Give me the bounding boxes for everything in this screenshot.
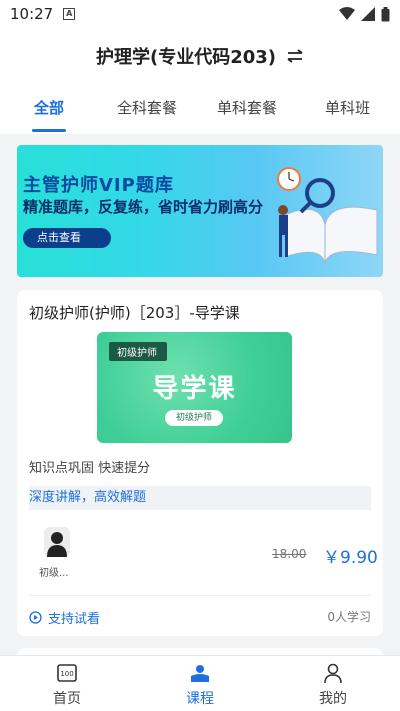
profile-icon xyxy=(324,663,342,684)
svg-text:100: 100 xyxy=(60,670,73,678)
tab-indicator xyxy=(32,129,66,132)
tab-single-package[interactable]: 单科套餐 xyxy=(217,97,277,118)
course-thumbnail[interactable]: 初级护师 导学课 初级护师 xyxy=(97,332,292,443)
banner-view-button[interactable]: 点击查看 xyxy=(23,228,111,248)
play-circle-icon xyxy=(29,611,42,624)
tab-all[interactable]: 全部 xyxy=(34,97,64,118)
status-icons xyxy=(339,6,390,22)
course-icon xyxy=(191,665,209,682)
nav-home[interactable]: 100 首页 xyxy=(27,662,107,708)
thumbnail-pill: 初级护师 xyxy=(165,410,223,426)
course-title[interactable]: 初级护师(护师)［203］-导学课 xyxy=(29,302,240,323)
course-description: 知识点巩固 快速提分 xyxy=(29,461,151,476)
nav-profile[interactable]: 我的 xyxy=(293,662,373,708)
original-price: 18.00 xyxy=(272,547,307,561)
teacher-avatar xyxy=(44,527,70,557)
tab-single-class[interactable]: 单科班 xyxy=(325,97,370,118)
category-tabs: 全部 全科套餐 单科套餐 单科班 xyxy=(0,84,400,134)
home-icon: 100 xyxy=(57,664,77,682)
signal-icon xyxy=(361,7,375,21)
thumbnail-title: 导学课 xyxy=(152,374,237,404)
accessibility-a-icon: A xyxy=(63,8,76,20)
bottom-nav: 100 首页 课程 我的 xyxy=(0,655,400,711)
teacher-name: 初级... xyxy=(39,568,69,579)
nav-course-label: 课程 xyxy=(186,691,214,707)
switch-arrows-icon[interactable] xyxy=(286,49,304,63)
header: 护理学(专业代码203) xyxy=(0,28,400,84)
status-time: 10:27 xyxy=(10,5,54,23)
status-bar: 10:27 A xyxy=(0,0,400,28)
nav-profile-label: 我的 xyxy=(319,691,347,707)
book-magnifier-illustration xyxy=(277,167,378,265)
current-price: ￥9.90 xyxy=(323,548,378,568)
course-highlight: 深度讲解，高效解题 xyxy=(29,486,371,510)
trial-badge[interactable]: 支持试看 xyxy=(29,608,100,627)
tab-full-package[interactable]: 全科套餐 xyxy=(117,97,177,118)
learner-count: 0人学习 xyxy=(327,610,371,624)
page-title[interactable]: 护理学(专业代码203) xyxy=(96,43,276,69)
wifi-icon xyxy=(339,7,355,20)
banner-title: 主管护师VIP题库 xyxy=(23,175,174,196)
banner-subtitle: 精准题库，反复练，省时省力刷高分 xyxy=(23,198,264,216)
trial-label: 支持试看 xyxy=(48,612,101,627)
divider xyxy=(29,595,371,596)
thumbnail-tag: 初级护师 xyxy=(109,342,167,361)
course-card[interactable]: 初级护师(护师)［203］-导学课 初级护师 导学课 初级护师 知识点巩固 快速… xyxy=(17,290,383,636)
promo-banner[interactable]: 主管护师VIP题库 精准题库，反复练，省时省力刷高分 点击查看 xyxy=(17,145,383,277)
nav-course[interactable]: 课程 xyxy=(160,662,240,708)
nav-home-label: 首页 xyxy=(53,691,81,707)
battery-icon xyxy=(381,6,390,21)
